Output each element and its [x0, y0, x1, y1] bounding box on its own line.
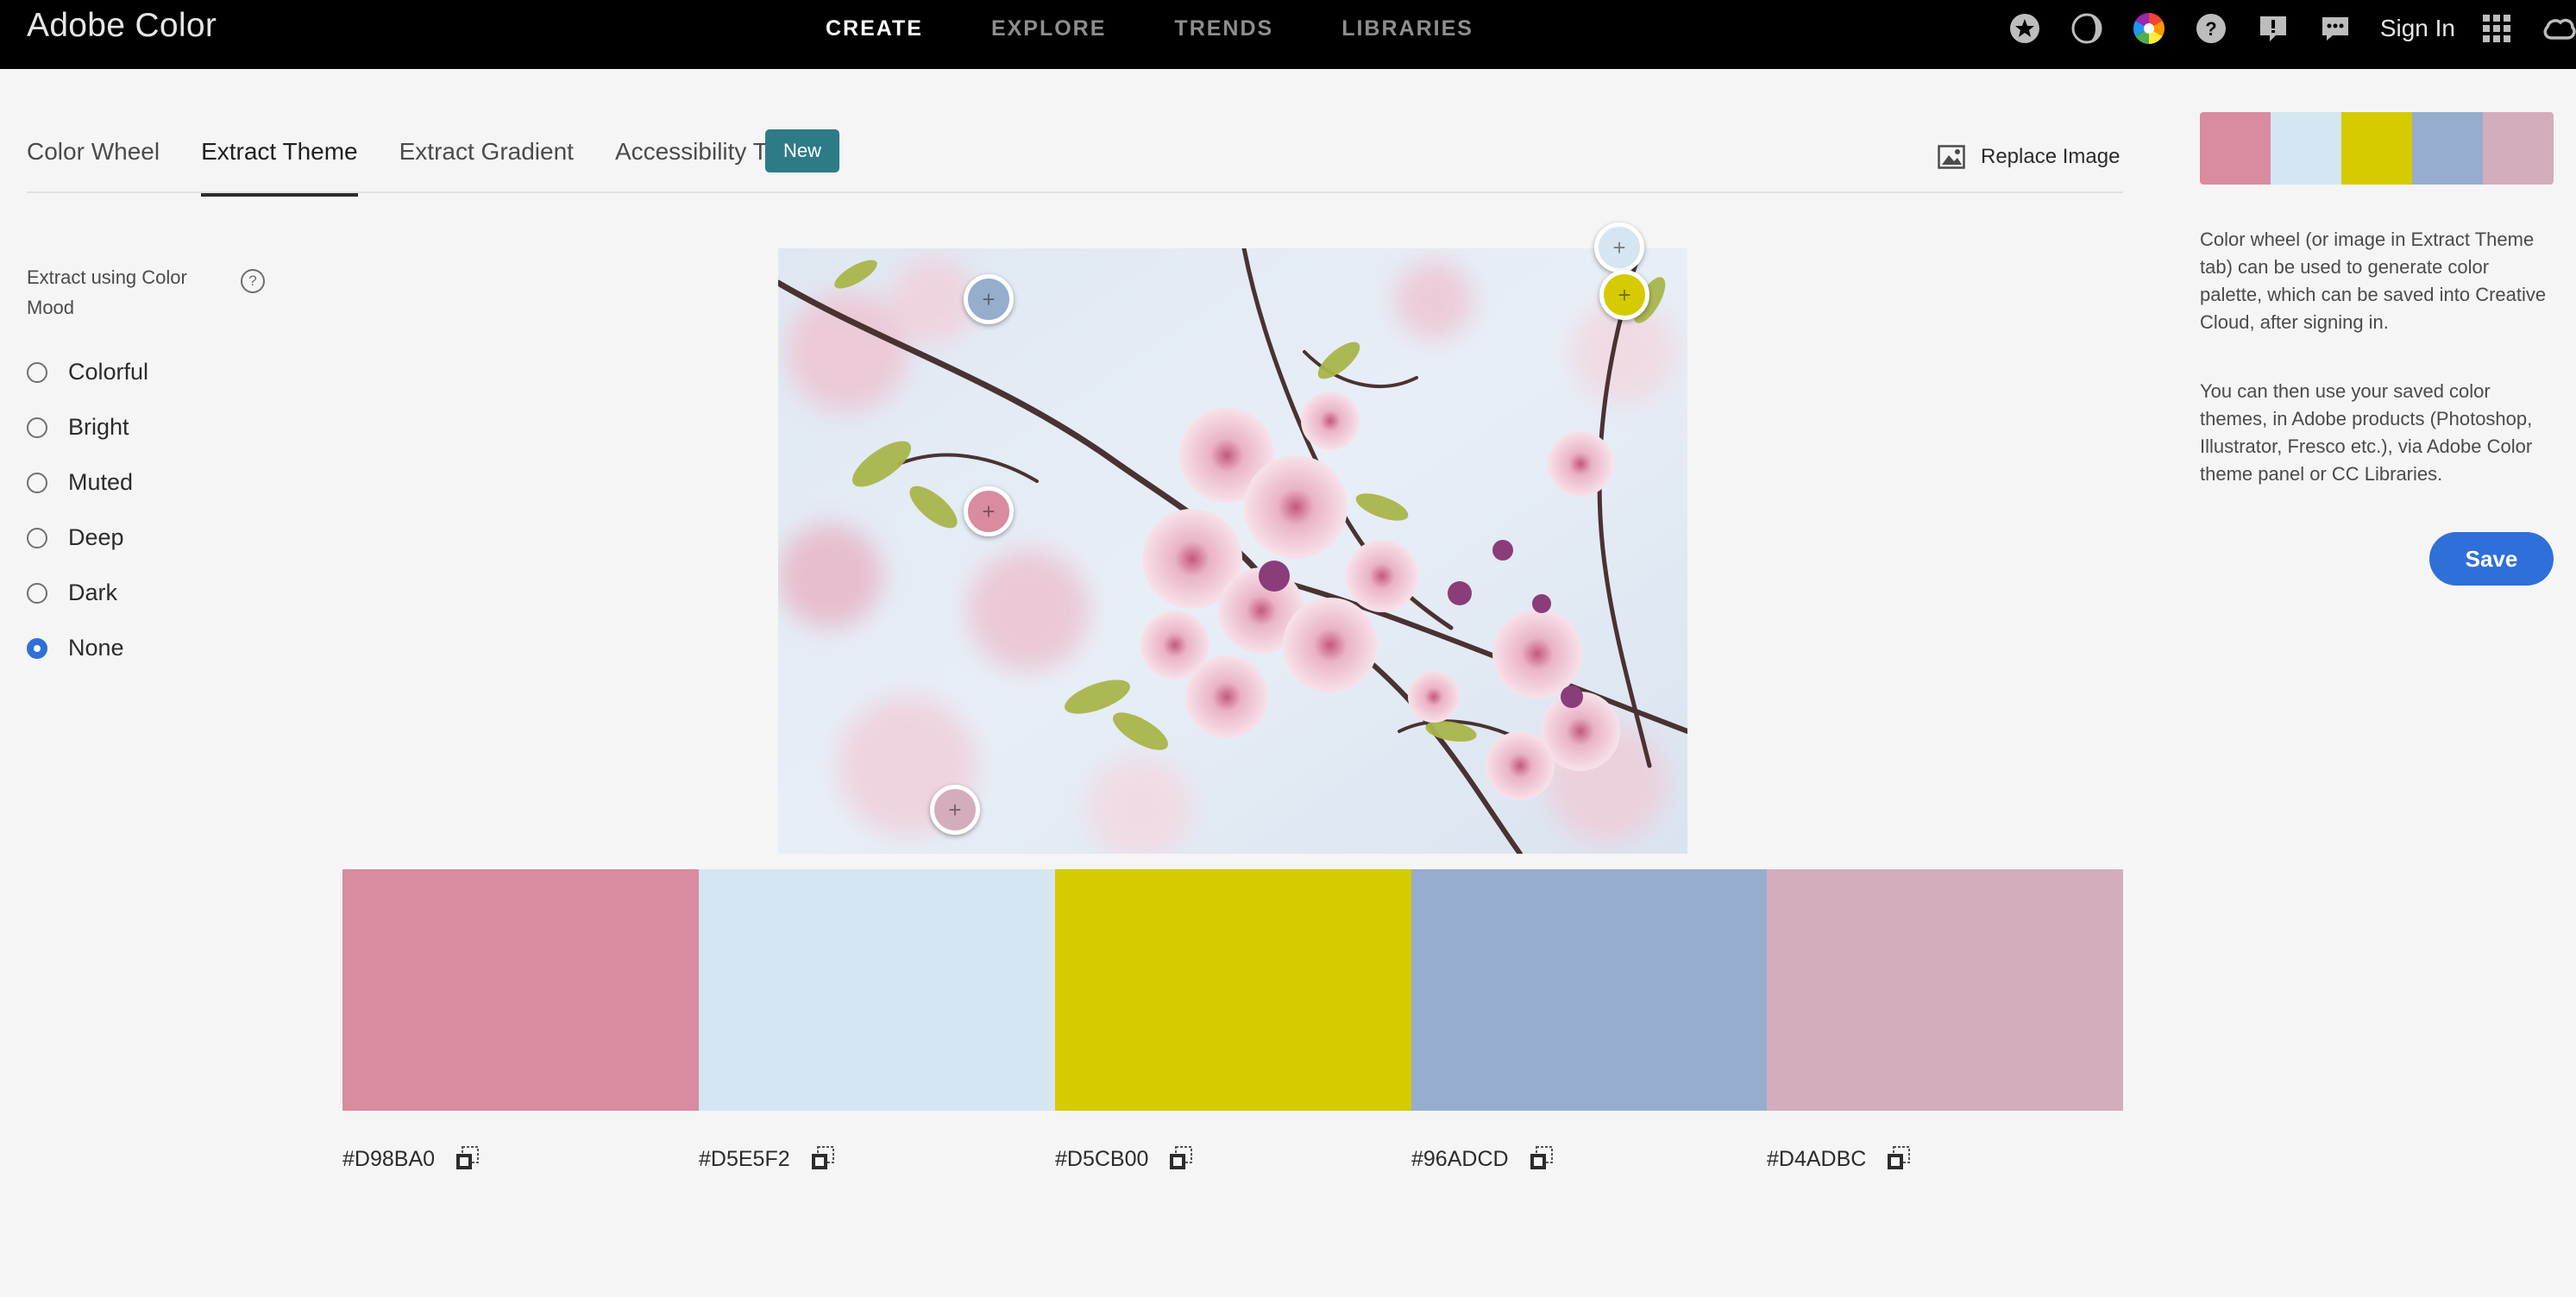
replace-image-button[interactable]: Replace Image — [1938, 145, 2120, 169]
star-icon[interactable] — [2007, 11, 2042, 46]
source-image[interactable] — [778, 248, 1687, 854]
nav-create[interactable]: CREATE — [826, 16, 923, 41]
theme-preview[interactable] — [2200, 112, 2554, 185]
color-swatch-1[interactable] — [342, 869, 699, 1111]
color-picker-handle[interactable]: + — [964, 274, 1014, 324]
color-swatch-2[interactable] — [699, 869, 1055, 1111]
hex-value[interactable]: #D5E5F2 — [699, 1147, 790, 1172]
copy-icon[interactable] — [1885, 1145, 1913, 1173]
radio-label: Bright — [68, 414, 129, 440]
nav-libraries[interactable]: LIBRARIES — [1341, 16, 1473, 41]
nav-explore[interactable]: EXPLORE — [991, 16, 1106, 41]
copy-icon[interactable] — [809, 1145, 837, 1173]
color-swatch-4[interactable] — [1411, 869, 1768, 1111]
create-tabs: Color Wheel Extract Theme Extract Gradie… — [27, 128, 851, 197]
help-circle-icon[interactable]: ? — [241, 269, 265, 293]
radio-deep[interactable]: Deep — [27, 524, 124, 551]
radio-label: Deep — [68, 524, 124, 550]
hex-row-3: #D5CB00 — [1055, 1145, 1195, 1173]
app-logo-text[interactable]: Adobe Color — [27, 7, 217, 45]
radio-label: None — [68, 635, 124, 661]
hex-value[interactable]: #D98BA0 — [342, 1147, 435, 1172]
radio-label: Dark — [68, 580, 118, 605]
theme-preview-color — [2412, 112, 2483, 185]
radio-circle — [27, 361, 47, 383]
chat-icon[interactable] — [2318, 11, 2353, 46]
info-text-1: Color wheel (or image in Extract Theme t… — [2200, 229, 2547, 333]
hex-row-2: #D5E5F2 — [699, 1145, 837, 1173]
radio-muted[interactable]: Muted — [27, 469, 133, 496]
theme-preview-color — [2341, 112, 2412, 185]
theme-preview-color — [2271, 112, 2341, 185]
copy-icon[interactable] — [454, 1145, 481, 1173]
hex-value[interactable]: #D5CB00 — [1055, 1147, 1148, 1172]
info-text-2: You can then use your saved color themes… — [2200, 380, 2533, 485]
hex-row-5: #D4ADBC — [1767, 1145, 1913, 1173]
color-picker-handle[interactable]: + — [964, 486, 1014, 536]
radio-circle — [27, 472, 47, 493]
svg-text:?: ? — [2205, 18, 2216, 40]
tab-extract-theme[interactable]: Extract Theme — [201, 128, 358, 197]
radio-dark[interactable]: Dark — [27, 580, 117, 606]
radio-label: Colorful — [68, 359, 149, 385]
tab-extract-gradient[interactable]: Extract Gradient — [399, 128, 574, 191]
tabs-divider — [27, 191, 2123, 193]
save-button[interactable]: Save — [2429, 532, 2554, 586]
color-mood-title: Extract using Color Mood — [27, 266, 187, 318]
color-swatch-5[interactable] — [1767, 869, 2123, 1111]
theme-preview-color — [2483, 112, 2554, 185]
help-icon[interactable]: ? — [2194, 11, 2228, 46]
radio-circle — [27, 417, 47, 438]
main-nav: CREATE EXPLORE TRENDS LIBRARIES — [826, 0, 1542, 57]
top-navigation-bar: Adobe Color CREATE EXPLORE TRENDS LIBRAR… — [0, 0, 2576, 69]
color-swatch-3[interactable] — [1055, 869, 1411, 1111]
color-picker-handle[interactable]: + — [1594, 222, 1644, 273]
radio-circle-selected — [27, 637, 47, 659]
radio-bright[interactable]: Bright — [27, 414, 129, 441]
cherry-blossom-photo — [778, 248, 1687, 854]
hex-value[interactable]: #D4ADBC — [1767, 1147, 1866, 1172]
top-icons: ? Sign In — [2007, 0, 2576, 57]
sign-in-link[interactable]: Sign In — [2380, 15, 2455, 42]
color-wheel-icon[interactable] — [2132, 11, 2166, 46]
radio-colorful[interactable]: Colorful — [27, 359, 148, 385]
tab-color-wheel[interactable]: Color Wheel — [27, 128, 160, 191]
color-picker-handle[interactable]: + — [1599, 270, 1649, 320]
radio-circle — [27, 527, 47, 548]
theme-preview-color — [2200, 112, 2271, 185]
creative-cloud-icon[interactable] — [2541, 11, 2576, 46]
moon-icon[interactable] — [2070, 11, 2104, 46]
copy-icon[interactable] — [1167, 1145, 1195, 1173]
hex-value[interactable]: #96ADCD — [1411, 1147, 1509, 1172]
radio-circle — [27, 582, 47, 604]
nav-trends[interactable]: TRENDS — [1174, 16, 1273, 41]
color-picker-handle[interactable]: + — [930, 785, 980, 835]
hex-row-4: #96ADCD — [1411, 1145, 1555, 1173]
copy-icon[interactable] — [1528, 1145, 1555, 1173]
app-grid-icon[interactable] — [2479, 11, 2514, 46]
radio-none[interactable]: None — [27, 635, 124, 661]
radio-label: Muted — [68, 469, 134, 495]
feedback-icon[interactable] — [2256, 11, 2290, 46]
hex-row-1: #D98BA0 — [342, 1145, 481, 1173]
image-icon — [1938, 145, 1965, 169]
new-badge[interactable]: New — [765, 129, 839, 172]
replace-image-label: Replace Image — [1981, 145, 2120, 168]
